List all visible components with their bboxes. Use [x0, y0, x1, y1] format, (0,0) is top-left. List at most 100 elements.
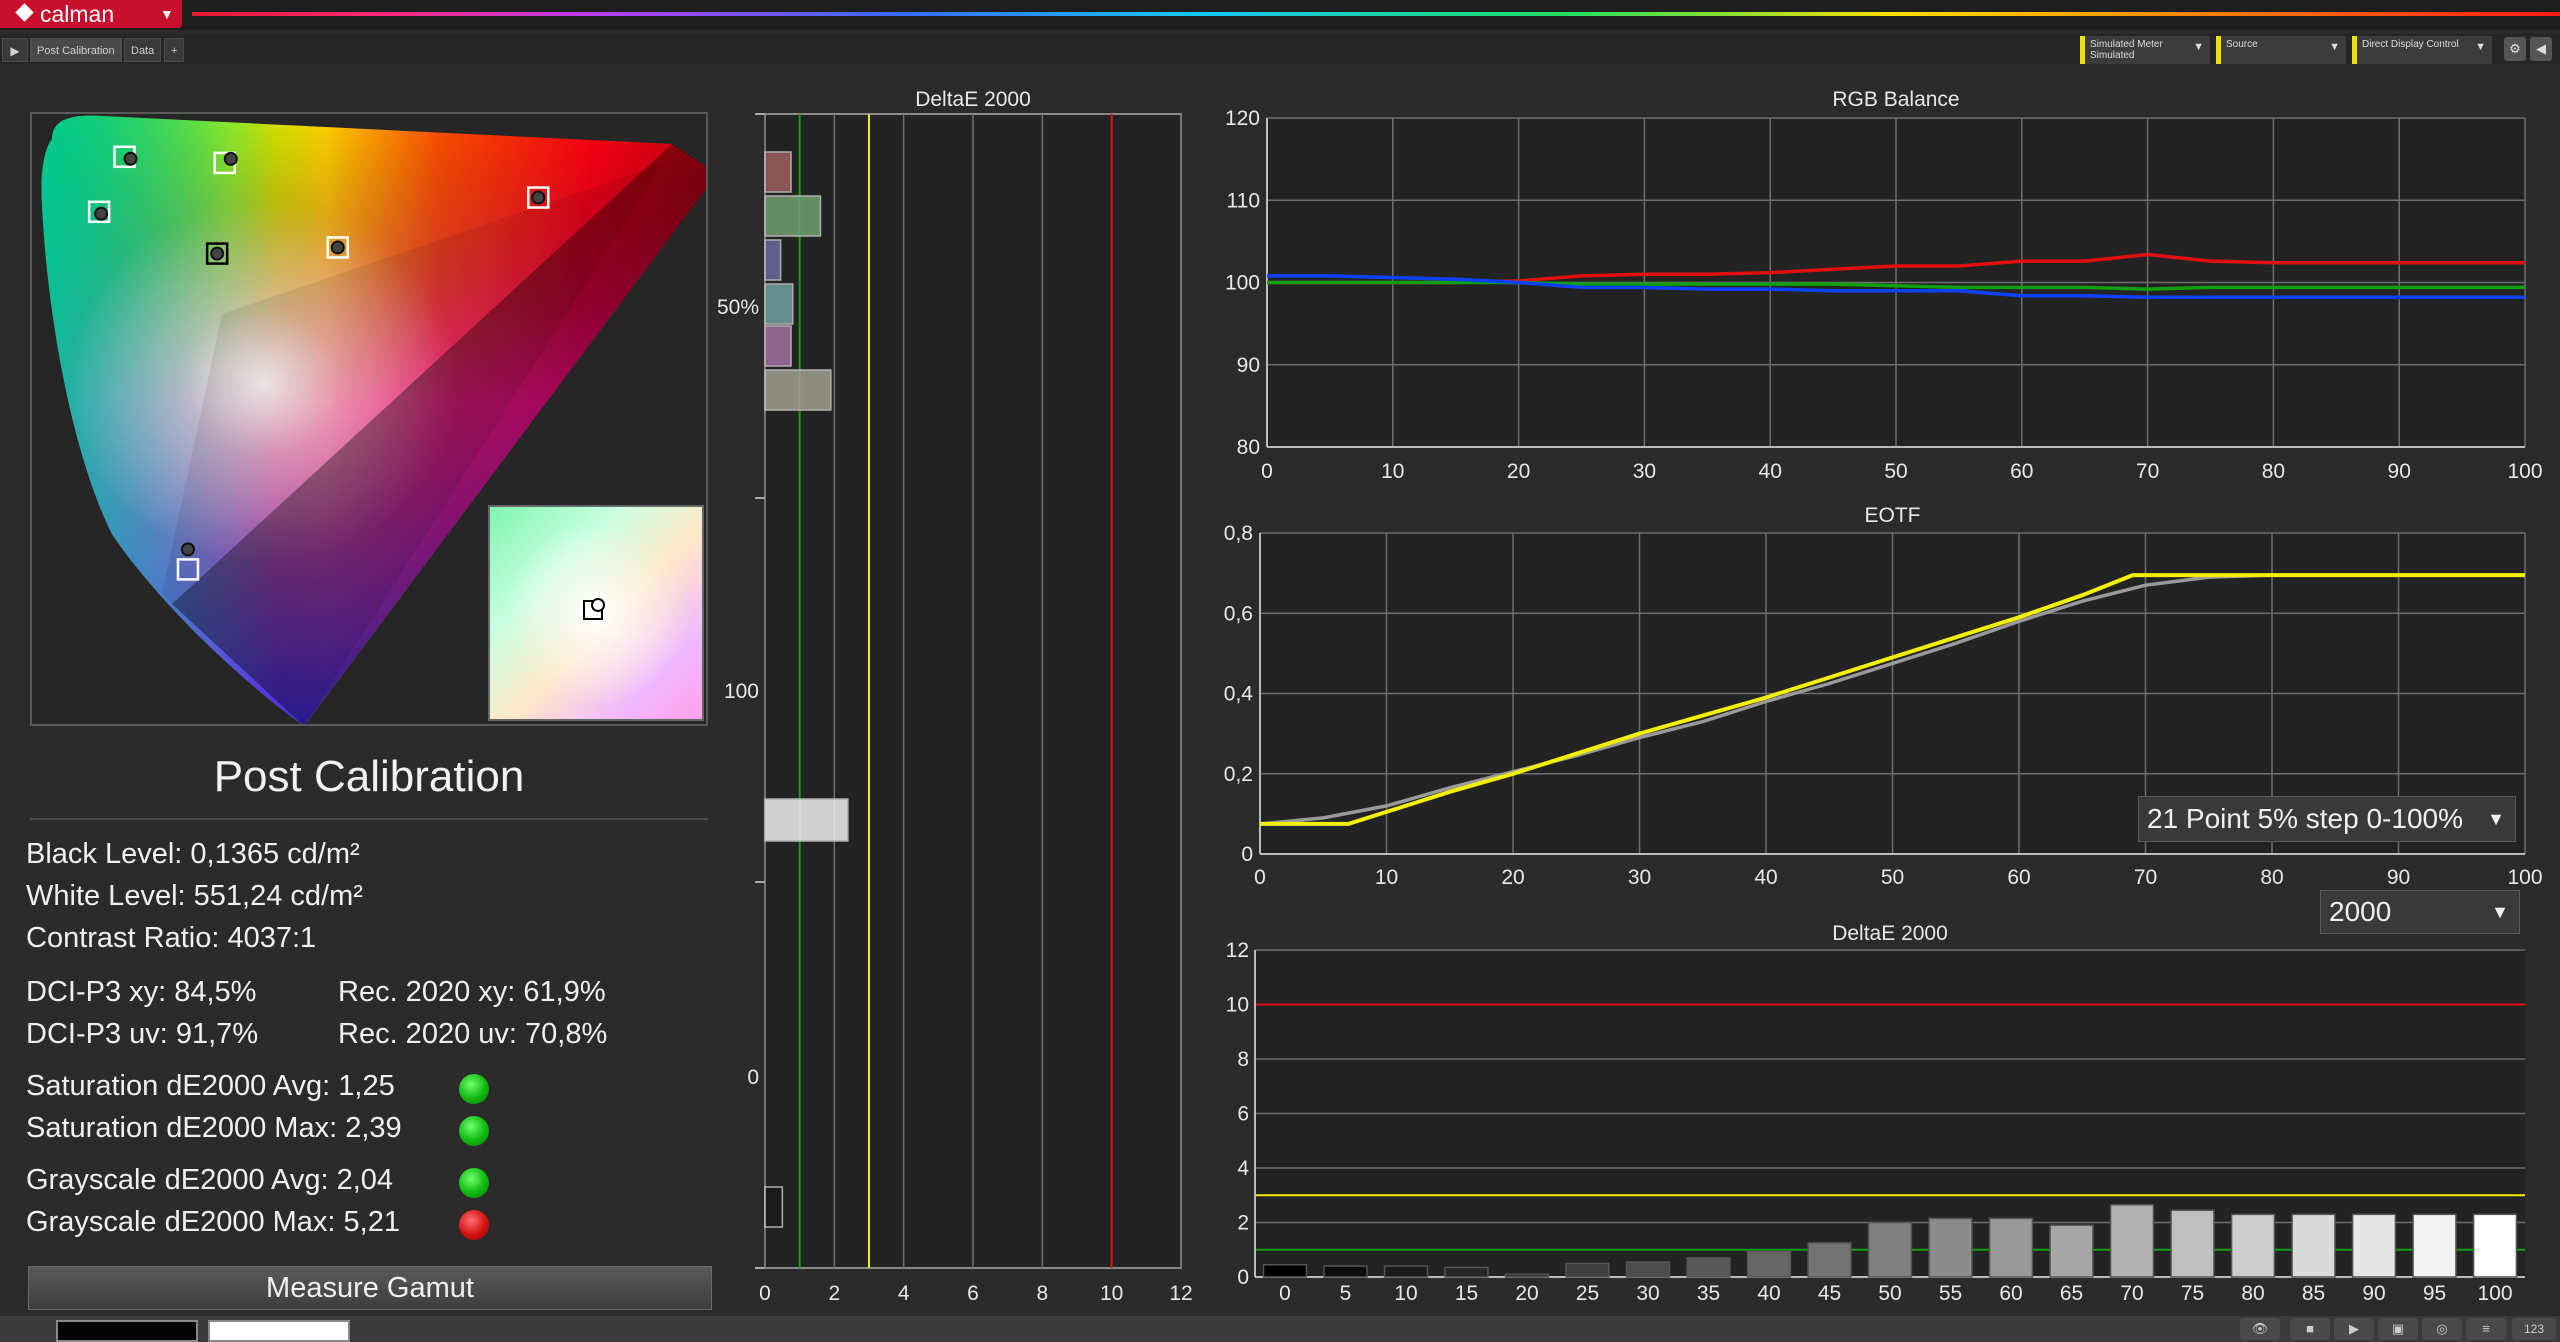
capture-icon[interactable]: ▣ [2378, 1318, 2418, 1340]
deltae-bar [764, 151, 792, 193]
x-tick-label: 60 [2010, 460, 2033, 483]
y-tick-label: 0 [1237, 1266, 1249, 1289]
y-tick-label: 12 [1226, 939, 1249, 962]
x-tick-label: 6 [967, 1282, 979, 1305]
delta-e-formula-dropdown[interactable]: 2000 ▼ [2320, 890, 2520, 934]
x-tick-label: 55 [1939, 1282, 1962, 1305]
y-tick-label: 0,6 [1224, 602, 1253, 625]
x-tick-label: 60 [1999, 1282, 2022, 1305]
y-tick-label: 0,8 [1224, 522, 1253, 545]
stop-icon[interactable]: ■ [2290, 1318, 2330, 1340]
x-tick-label: 10 [1375, 866, 1398, 889]
counter-badge: 123 [2512, 1318, 2556, 1340]
x-tick-label: 35 [1697, 1282, 1720, 1305]
y-tick-label: 2 [1237, 1212, 1249, 1235]
view-icon[interactable]: 👁 [2240, 1318, 2280, 1340]
deltae-bar [764, 283, 794, 325]
x-tick-label: 12 [1169, 1282, 1192, 1305]
y-tick-label: 100 [724, 680, 759, 703]
x-tick-label: 25 [1576, 1282, 1599, 1305]
x-tick-label: 10 [1394, 1282, 1417, 1305]
x-tick-label: 70 [2136, 460, 2159, 483]
y-tick-label: 80 [1237, 436, 1260, 459]
x-tick-label: 10 [1381, 460, 1404, 483]
chart-title: DeltaE 2000 [1832, 922, 1948, 945]
grayscale-bar [1988, 1217, 2034, 1278]
deltae-bar [764, 195, 822, 237]
grayscale-bar [1504, 1273, 1550, 1278]
white-swatch[interactable] [208, 1320, 350, 1342]
grayscale-bar [2472, 1213, 2518, 1278]
y-tick-label: 10 [1226, 994, 1249, 1017]
target-icon[interactable]: ◎ [2422, 1318, 2462, 1340]
x-tick-label: 70 [2134, 866, 2157, 889]
x-tick-label: 20 [1515, 1282, 1538, 1305]
x-tick-label: 75 [2181, 1282, 2204, 1305]
x-tick-label: 20 [1507, 460, 1530, 483]
x-tick-label: 80 [2260, 866, 2283, 889]
x-tick-label: 30 [1636, 1282, 1659, 1305]
grayscale-bar [1625, 1261, 1671, 1278]
grayscale-bar [2170, 1209, 2215, 1278]
x-tick-label: 2 [828, 1282, 840, 1305]
chevron-down-icon: ▼ [2491, 902, 2509, 922]
grayscale-bar [2412, 1213, 2457, 1278]
grayscale-bar [1686, 1257, 1731, 1278]
x-tick-label: 95 [2423, 1282, 2446, 1305]
x-tick-label: 50 [1884, 460, 1907, 483]
grayscale-bar [1928, 1217, 1973, 1278]
x-tick-label: 5 [1340, 1282, 1352, 1305]
y-tick-label: 4 [1237, 1157, 1249, 1180]
x-tick-label: 90 [2362, 1282, 2385, 1305]
x-tick-label: 45 [1818, 1282, 1841, 1305]
grayscale-bar [2049, 1224, 2094, 1278]
grayscale-bar [1867, 1221, 1913, 1278]
y-tick-label: 8 [1237, 1048, 1249, 1071]
grayscale-bar [2230, 1213, 2276, 1278]
grayscale-bar [1565, 1262, 1610, 1278]
delta-e-formula-value: 2000 [2329, 896, 2392, 927]
point-set-value: 21 Point 5% step 0-100% [2147, 803, 2463, 834]
x-tick-label: 0 [1279, 1282, 1291, 1305]
x-tick-label: 20 [1501, 866, 1524, 889]
x-tick-label: 8 [1036, 1282, 1048, 1305]
y-tick-label: 0,4 [1224, 683, 1254, 706]
x-tick-label: 40 [1759, 460, 1782, 483]
grayscale-bar [1807, 1242, 1852, 1278]
deltae-bar [764, 1186, 784, 1228]
x-tick-label: 60 [2007, 866, 2030, 889]
x-tick-label: 40 [1757, 1282, 1780, 1305]
y-tick-label: 110 [1227, 189, 1260, 212]
black-swatch[interactable] [56, 1320, 198, 1342]
deltae-bar [764, 239, 782, 281]
x-tick-label: 50 [1878, 1282, 1901, 1305]
y-tick-label: 0 [1241, 843, 1253, 866]
x-tick-label: 30 [1633, 460, 1656, 483]
x-tick-label: 4 [898, 1282, 910, 1305]
x-tick-label: 100 [2507, 460, 2542, 483]
point-set-dropdown[interactable]: 21 Point 5% step 0-100% ▼ [2138, 796, 2516, 842]
x-tick-label: 80 [2241, 1282, 2264, 1305]
deltae-bar [764, 798, 849, 842]
x-tick-label: 30 [1628, 866, 1651, 889]
grayscale-bar [1746, 1250, 1792, 1278]
x-tick-label: 0 [1254, 866, 1266, 889]
bottom-toolbar [0, 1316, 2560, 1342]
x-tick-label: 10 [1100, 1282, 1123, 1305]
charts-layer: DeltaE 20000 2 4 6 8 10 1250%1000 RGB Balance0… [717, 88, 2543, 1305]
y-tick-label: 90 [1237, 354, 1260, 377]
x-tick-label: 50 [1881, 866, 1904, 889]
rgb-balance-chart: RGB Balance 0 10 20 30 40 50 60 70 80 90 100 80 90 100… [1225, 88, 2543, 483]
x-tick-label: 90 [2387, 866, 2410, 889]
x-tick-label: 100 [2477, 1282, 2512, 1305]
list-icon[interactable]: ≡ [2466, 1318, 2506, 1340]
grayscale-bar [2109, 1204, 2155, 1278]
grayscale-bar [2291, 1213, 2336, 1278]
x-tick-label: 80 [2262, 460, 2285, 483]
chevron-down-icon: ▼ [2487, 809, 2505, 829]
chart-title: DeltaE 2000 [915, 88, 1031, 111]
x-tick-label: 0 [1261, 460, 1273, 483]
play-icon[interactable]: ▶ [2334, 1318, 2374, 1340]
x-tick-label: 85 [2302, 1282, 2325, 1305]
grayscale-bar [1383, 1265, 1429, 1278]
